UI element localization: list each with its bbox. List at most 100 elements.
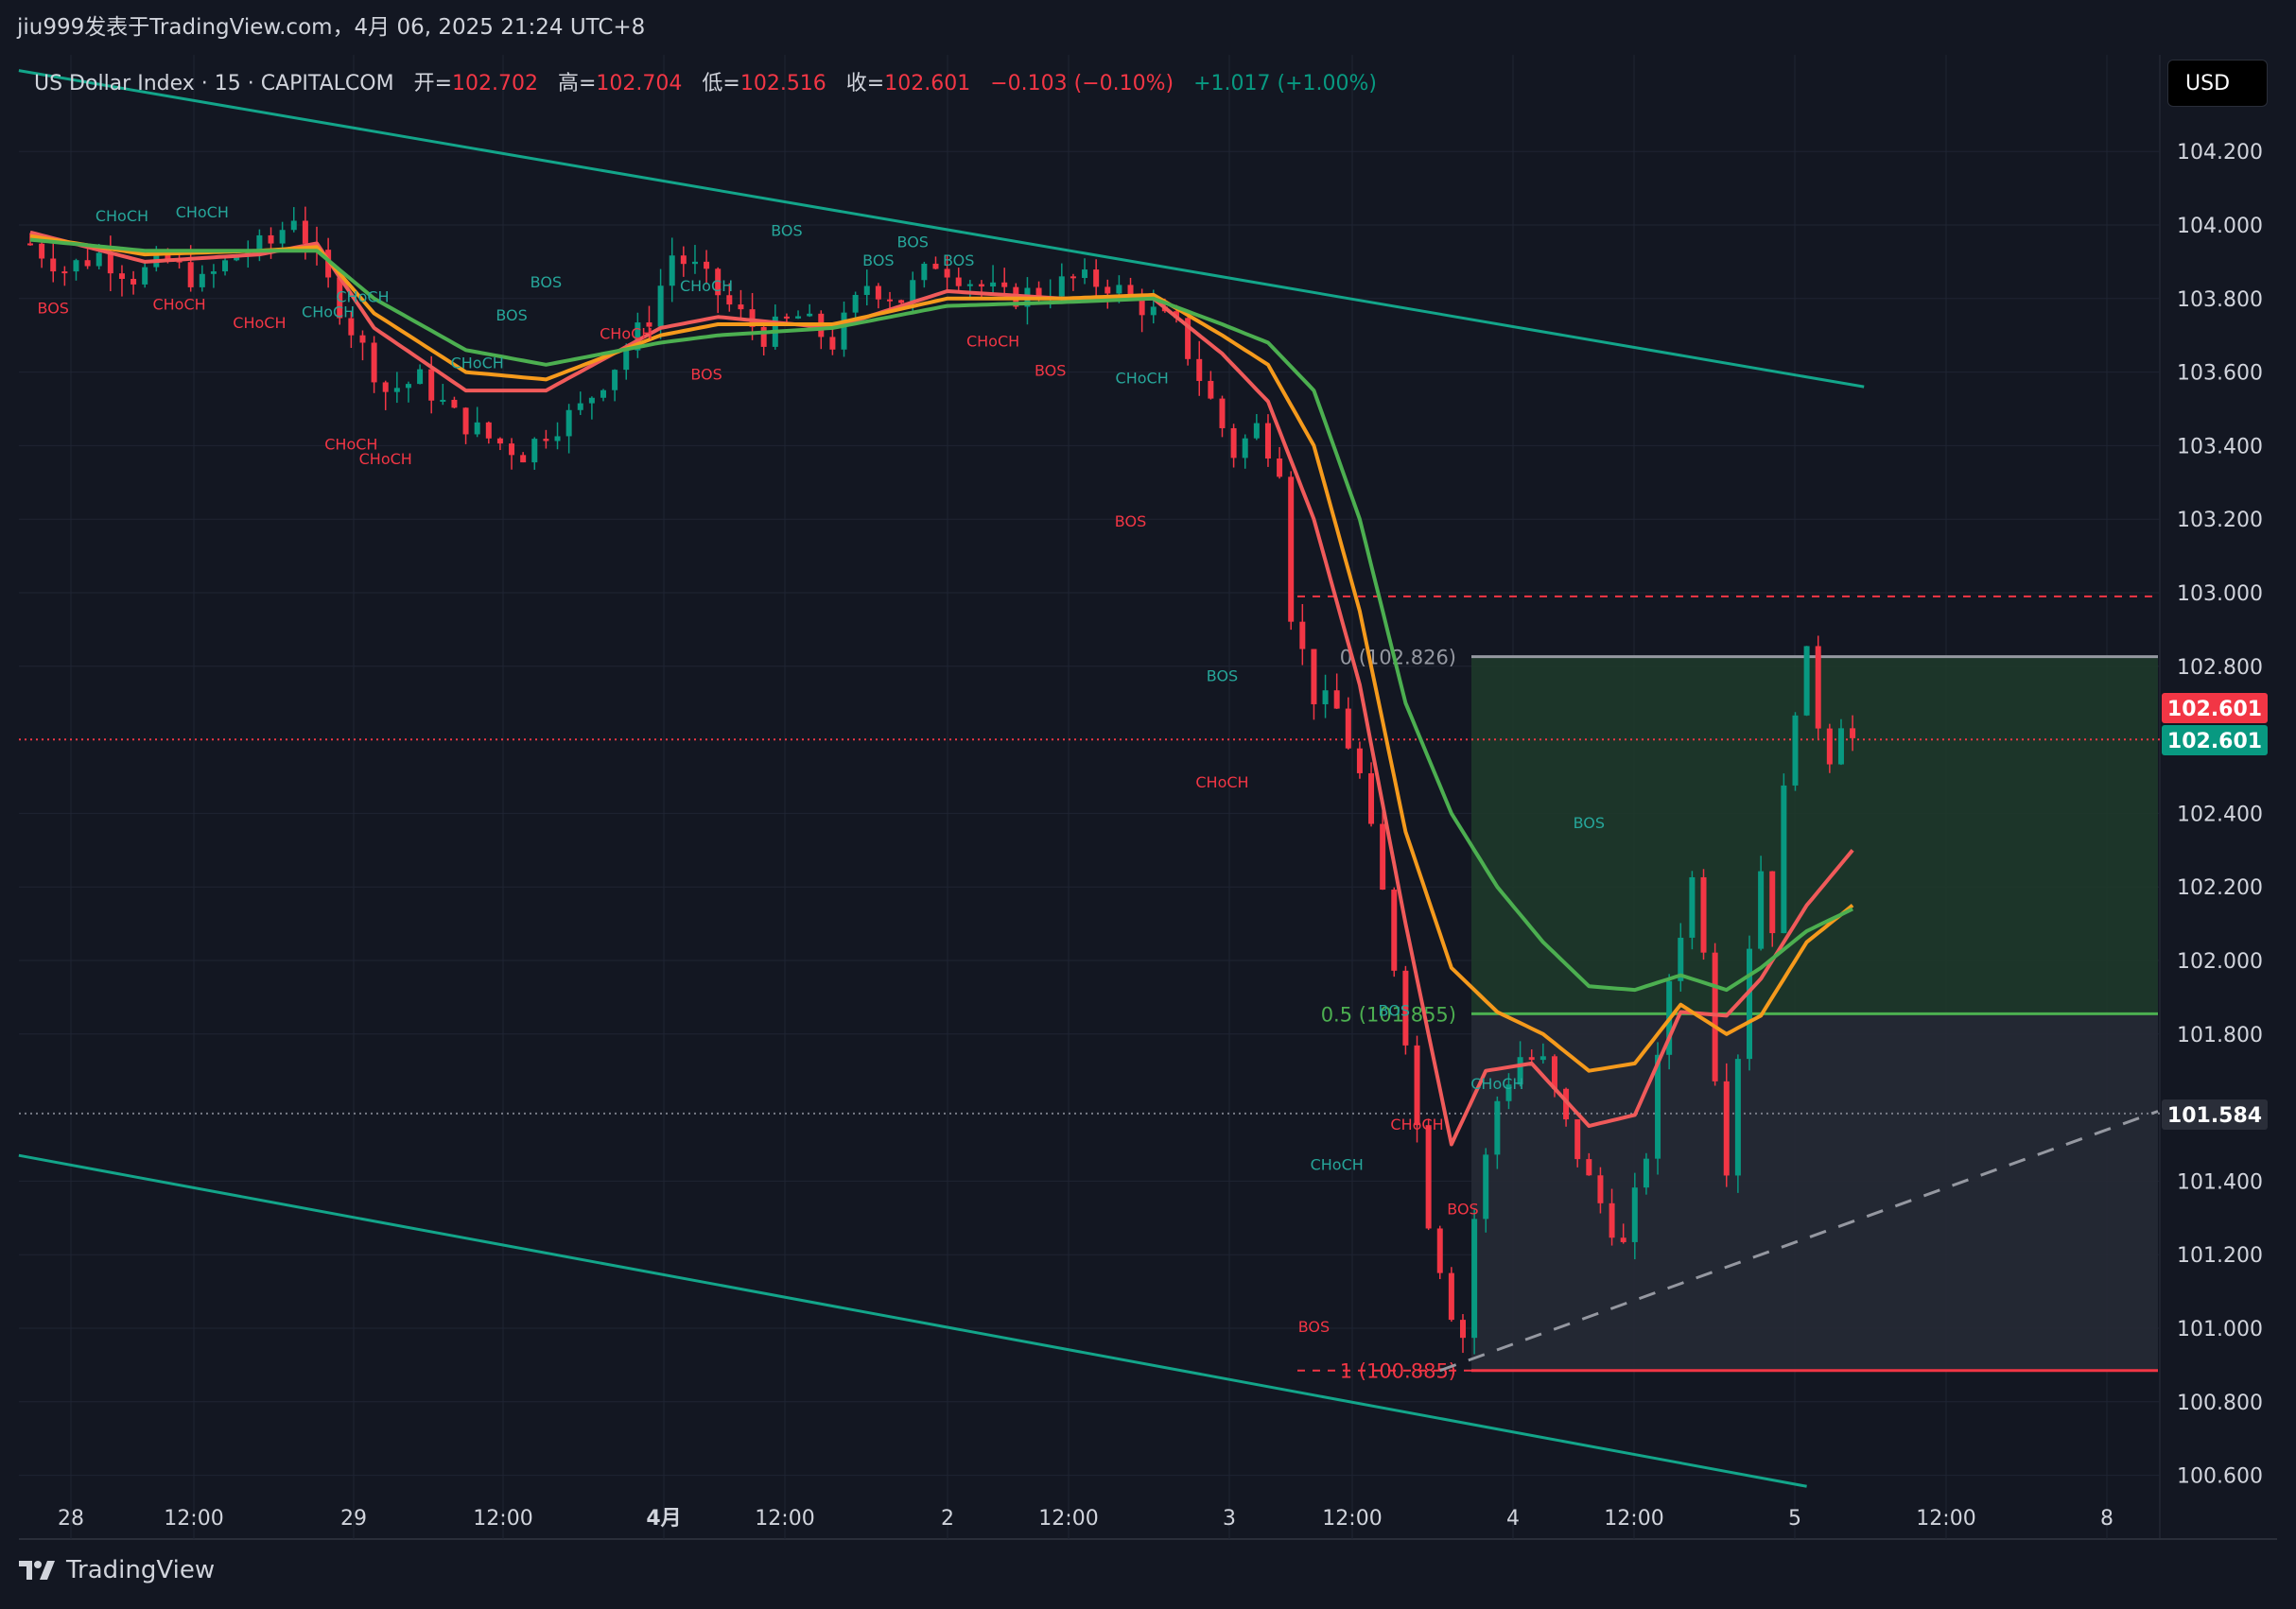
open-label: 开= — [413, 72, 453, 95]
candle-body — [1620, 1237, 1626, 1242]
structure-label: CHoCH — [1116, 369, 1169, 387]
candle-body — [187, 262, 194, 287]
candle-body — [1356, 748, 1363, 773]
structure-label: CHoCH — [680, 277, 733, 295]
price-chart[interactable]: 104.200 104.000 103.800 103.600 103.400 103.2… — [0, 0, 2296, 1609]
candle-body — [1700, 876, 1707, 953]
structure-label: BOS — [1379, 1001, 1410, 1019]
candle-body — [462, 407, 469, 435]
candle-body — [1643, 1158, 1649, 1188]
price-tick-label: 102.200 — [2177, 876, 2263, 900]
structure-label: BOS — [771, 222, 802, 240]
candle-body — [1425, 1125, 1432, 1229]
structure-label: BOS — [38, 299, 69, 317]
candle-body — [302, 220, 308, 244]
candle-body — [1815, 646, 1821, 729]
candle-body — [829, 337, 836, 350]
candle-body — [955, 277, 962, 286]
candle-body — [1586, 1159, 1592, 1176]
candle-body — [1850, 728, 1856, 738]
candle-body — [73, 260, 79, 272]
candle-body — [1380, 823, 1386, 891]
candle-body — [1116, 285, 1122, 294]
candle-body — [554, 436, 561, 441]
candle-body — [760, 326, 767, 347]
candle-body — [795, 316, 802, 319]
symbol-label[interactable]: US Dollar Index · 15 · CAPITALCOM — [34, 72, 394, 95]
candle-body — [1058, 276, 1065, 297]
structure-label: CHoCH — [96, 207, 148, 225]
candle-body — [1792, 715, 1799, 786]
time-tick-label: 4 — [1506, 1507, 1520, 1531]
tradingview-logo[interactable]: TradingView — [19, 1556, 215, 1584]
candle-body — [382, 382, 389, 392]
candle-body — [1609, 1202, 1615, 1238]
structure-label: BOS — [897, 233, 929, 251]
candle-body — [588, 397, 595, 404]
price-tick-label: 104.000 — [2177, 215, 2263, 238]
candle-body — [898, 300, 905, 303]
candle-body — [50, 258, 57, 272]
candle-body — [393, 388, 400, 392]
candle-body — [704, 261, 710, 269]
time-tick-label: 12:00 — [1604, 1507, 1663, 1531]
change-value: −0.103 (−0.10%) — [990, 72, 1174, 95]
structure-label: CHoCH — [359, 450, 412, 468]
candle-body — [348, 318, 355, 336]
close-label: 收= — [845, 72, 885, 95]
candle-body — [680, 255, 687, 265]
candle-body — [27, 243, 33, 246]
price-tick-label: 101.800 — [2177, 1024, 2263, 1047]
candle-body — [485, 422, 492, 439]
candle-body — [1322, 690, 1329, 704]
candle-body — [1483, 1154, 1489, 1220]
currency-button[interactable]: USD — [2167, 60, 2268, 107]
candle-body — [199, 273, 205, 287]
tradingview-logo-icon — [19, 1561, 55, 1580]
candle-body — [1689, 876, 1696, 938]
candle-body — [520, 455, 527, 463]
time-tick-label: 3 — [1223, 1507, 1236, 1531]
candle-body — [290, 220, 297, 231]
price-tick-label: 101.200 — [2177, 1244, 2263, 1268]
candle-body — [531, 439, 538, 463]
candle-body — [1471, 1219, 1478, 1339]
candle-body — [921, 263, 928, 281]
structure-label: BOS — [1447, 1200, 1478, 1218]
price-tick-label: 101.400 — [2177, 1170, 2263, 1194]
candle-body — [405, 384, 411, 389]
candle-body — [1093, 269, 1100, 287]
structure-label: CHoCH — [1470, 1075, 1523, 1093]
price-tick-label: 102.400 — [2177, 803, 2263, 826]
candle-body — [1230, 427, 1237, 458]
candle-body — [600, 389, 606, 398]
structure-label: CHoCH — [1311, 1156, 1364, 1174]
candle-body — [1082, 269, 1088, 279]
time-tick-label: 29 — [340, 1507, 367, 1531]
candle-body — [39, 243, 45, 259]
candle-body — [1105, 286, 1111, 294]
time-tick-label: 5 — [1788, 1507, 1801, 1531]
structure-label: BOS — [1298, 1318, 1330, 1336]
tradingview-brand: TradingView — [66, 1556, 216, 1584]
structure-label: BOS — [690, 365, 722, 383]
candle-body — [1001, 282, 1008, 287]
price-tick-label: 102.800 — [2177, 656, 2263, 680]
candle-body — [978, 284, 984, 287]
price-tick-label: 103.200 — [2177, 509, 2263, 532]
candle-body — [1288, 476, 1295, 622]
candle-body — [1219, 398, 1226, 428]
structure-label: CHoCH — [966, 332, 1019, 350]
price-tick-label: 101.000 — [2177, 1318, 2263, 1341]
candle-body — [990, 282, 997, 287]
candle-body — [932, 263, 939, 269]
candle-body — [577, 403, 583, 410]
candle-body — [623, 350, 630, 371]
candle-body — [807, 313, 813, 317]
time-tick-label: 12:00 — [473, 1507, 532, 1531]
price-tag-label: 102.601 — [2167, 698, 2262, 721]
candle-body — [1631, 1187, 1638, 1242]
candle-body — [1769, 871, 1776, 934]
candle-body — [496, 438, 503, 444]
candle-body — [1574, 1119, 1581, 1160]
